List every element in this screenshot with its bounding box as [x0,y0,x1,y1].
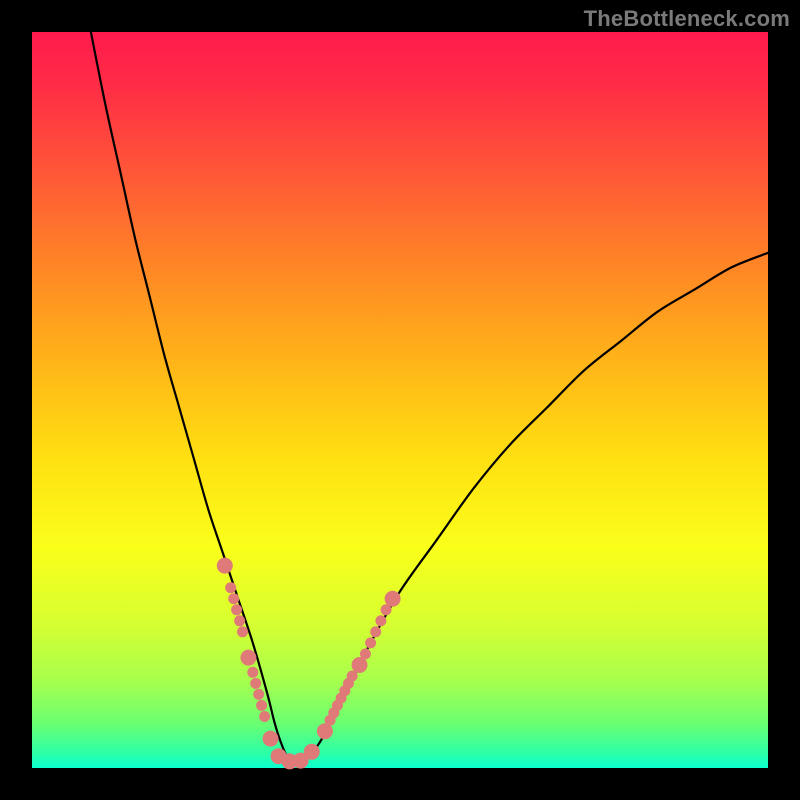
salmon-dot [304,744,320,760]
salmon-dot [217,558,233,574]
salmon-dot [375,615,386,626]
salmon-dot [225,582,236,593]
salmon-dot [385,591,401,607]
salmon-dot [253,689,264,700]
salmon-dot [352,657,368,673]
salmon-dot [228,593,239,604]
bottleneck-curve [91,32,768,762]
salmon-dot [370,626,381,637]
chart-frame: TheBottleneck.com [0,0,800,800]
salmon-dot [231,604,242,615]
salmon-dot [365,637,376,648]
plot-area [32,32,768,768]
salmon-dot [234,615,245,626]
salmon-dot [250,678,261,689]
salmon-dot [263,731,279,747]
salmon-dots [217,558,401,770]
salmon-dot [256,700,267,711]
salmon-dot [259,711,270,722]
salmon-dot [237,626,248,637]
salmon-dot [240,650,256,666]
watermark-text: TheBottleneck.com [584,6,790,32]
salmon-dot [360,648,371,659]
curve-svg [32,32,768,768]
salmon-dot [247,667,258,678]
